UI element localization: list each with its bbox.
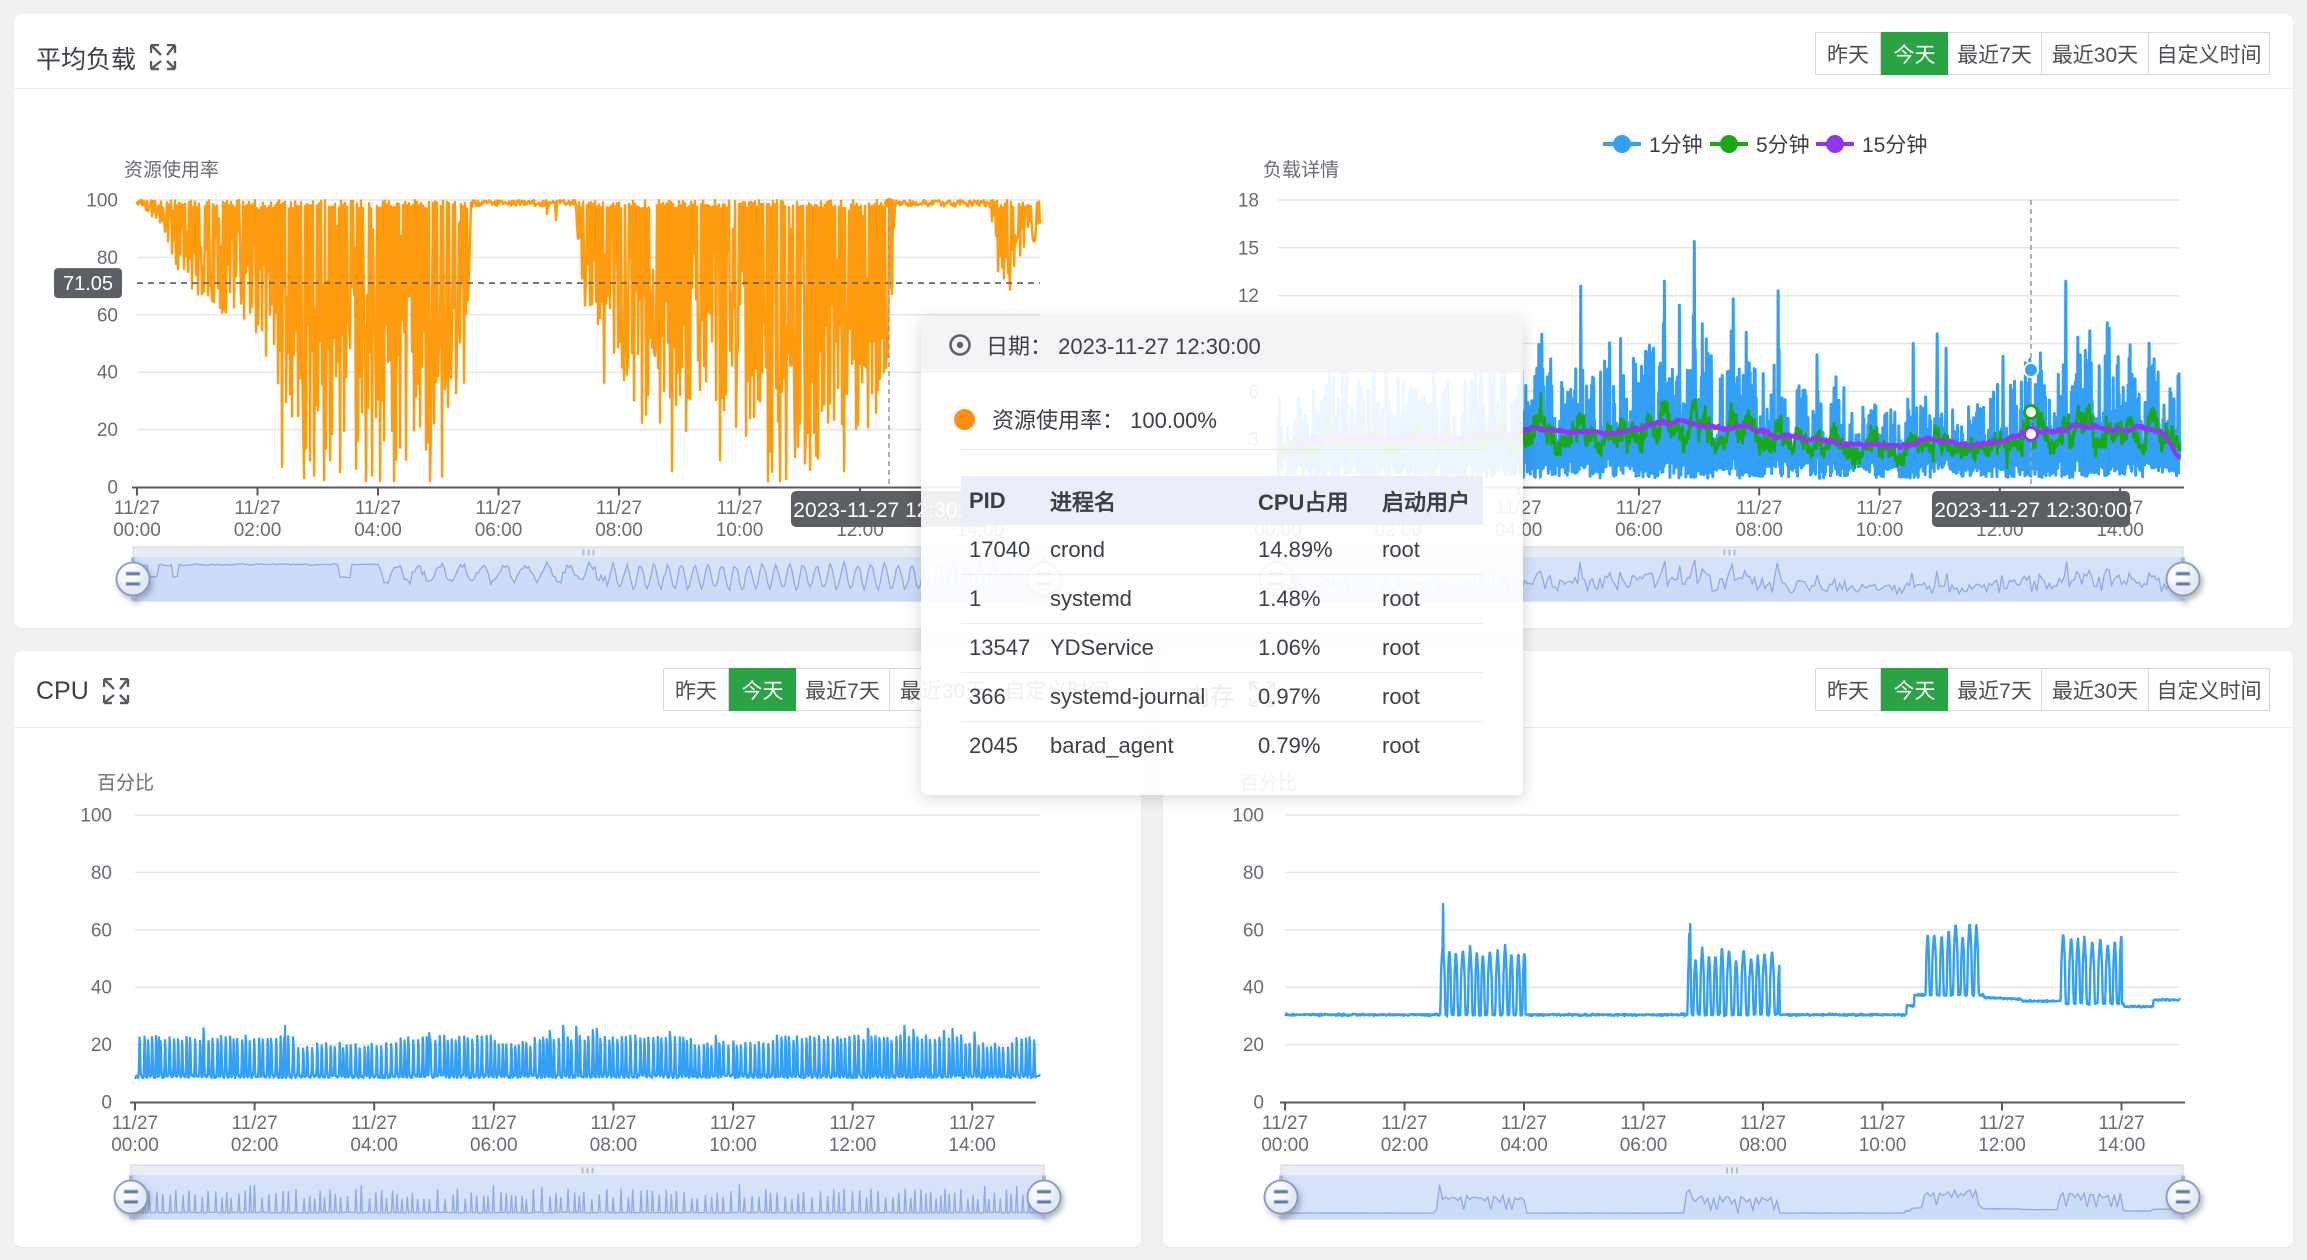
svg-text:80: 80 xyxy=(1243,863,1264,884)
svg-text:11/27: 11/27 xyxy=(471,1113,517,1134)
svg-text:11/27: 11/27 xyxy=(1859,1113,1905,1134)
svg-text:11/27: 11/27 xyxy=(590,1113,636,1134)
svg-text:20: 20 xyxy=(1243,1035,1264,1056)
svg-text:11/27: 11/27 xyxy=(949,1113,995,1134)
svg-text:11/27: 11/27 xyxy=(355,498,401,519)
svg-text:08:00: 08:00 xyxy=(1735,520,1783,541)
svg-text:02:00: 02:00 xyxy=(1381,1135,1429,1156)
svg-text:08:00: 08:00 xyxy=(1739,1135,1787,1156)
svg-text:11/27: 11/27 xyxy=(716,498,762,519)
svg-text:18: 18 xyxy=(1238,191,1259,212)
svg-text:0: 0 xyxy=(1253,1093,1264,1114)
svg-text:40: 40 xyxy=(97,363,118,384)
svg-text:0: 0 xyxy=(107,478,118,499)
svg-text:15: 15 xyxy=(1238,238,1259,259)
svg-text:11/27: 11/27 xyxy=(1501,1113,1547,1134)
svg-text:06:00: 06:00 xyxy=(475,520,523,541)
svg-text:1分钟: 1分钟 xyxy=(1649,134,1703,157)
svg-text:40: 40 xyxy=(91,978,112,999)
svg-text:04:00: 04:00 xyxy=(350,1135,398,1156)
svg-text:100: 100 xyxy=(1232,806,1264,827)
svg-text:11/27: 11/27 xyxy=(1262,1113,1308,1134)
svg-text:71.05: 71.05 xyxy=(63,273,113,295)
svg-text:11/27: 11/27 xyxy=(114,498,160,519)
svg-text:04:00: 04:00 xyxy=(354,520,402,541)
svg-text:11/27: 11/27 xyxy=(234,498,280,519)
svg-text:14:00: 14:00 xyxy=(2098,1135,2146,1156)
svg-text:11/27: 11/27 xyxy=(2098,1113,2144,1134)
svg-text:11/27: 11/27 xyxy=(475,498,521,519)
svg-text:06:00: 06:00 xyxy=(470,1135,518,1156)
svg-text:100: 100 xyxy=(86,191,118,212)
svg-text:2023-11-27 12:30:00: 2023-11-27 12:30:00 xyxy=(1934,499,2127,522)
svg-text:11/27: 11/27 xyxy=(351,1113,397,1134)
svg-text:20: 20 xyxy=(91,1035,112,1056)
svg-text:14:00: 14:00 xyxy=(948,1135,996,1156)
svg-text:100: 100 xyxy=(80,806,112,827)
svg-text:02:00: 02:00 xyxy=(231,1135,279,1156)
svg-text:02:00: 02:00 xyxy=(234,520,282,541)
svg-text:11/27: 11/27 xyxy=(1620,1113,1666,1134)
svg-text:60: 60 xyxy=(1243,920,1264,941)
svg-text:12:00: 12:00 xyxy=(1978,1135,2026,1156)
svg-text:80: 80 xyxy=(97,248,118,269)
svg-text:11/27: 11/27 xyxy=(232,1113,278,1134)
svg-text:00:00: 00:00 xyxy=(111,1135,159,1156)
svg-text:20: 20 xyxy=(97,420,118,441)
svg-text:00:00: 00:00 xyxy=(1261,1135,1309,1156)
svg-text:60: 60 xyxy=(91,920,112,941)
svg-text:15分钟: 15分钟 xyxy=(1862,134,1927,157)
svg-text:11/27: 11/27 xyxy=(1736,498,1782,519)
svg-text:12: 12 xyxy=(1238,286,1259,307)
svg-text:10:00: 10:00 xyxy=(1859,1135,1907,1156)
svg-text:12:00: 12:00 xyxy=(829,1135,877,1156)
svg-text:11/27: 11/27 xyxy=(830,1113,876,1134)
svg-text:11/27: 11/27 xyxy=(710,1113,756,1134)
svg-text:11/27: 11/27 xyxy=(1979,1113,2025,1134)
svg-text:08:00: 08:00 xyxy=(590,1135,638,1156)
svg-text:5分钟: 5分钟 xyxy=(1756,134,1810,157)
svg-text:11/27: 11/27 xyxy=(596,498,642,519)
svg-text:06:00: 06:00 xyxy=(1620,1135,1668,1156)
svg-text:10:00: 10:00 xyxy=(1856,520,1904,541)
svg-text:负载详情: 负载详情 xyxy=(1263,159,1339,181)
svg-text:00:00: 00:00 xyxy=(113,520,161,541)
svg-text:06:00: 06:00 xyxy=(1615,520,1663,541)
svg-text:04:00: 04:00 xyxy=(1500,1135,1548,1156)
svg-text:10:00: 10:00 xyxy=(716,520,764,541)
svg-text:11/27: 11/27 xyxy=(1856,498,1902,519)
svg-text:11/27: 11/27 xyxy=(1381,1113,1427,1134)
svg-text:11/27: 11/27 xyxy=(112,1113,158,1134)
svg-text:60: 60 xyxy=(97,305,118,326)
svg-text:08:00: 08:00 xyxy=(595,520,643,541)
svg-text:11/27: 11/27 xyxy=(1740,1113,1786,1134)
svg-text:0: 0 xyxy=(101,1093,112,1114)
svg-text:40: 40 xyxy=(1243,978,1264,999)
svg-text:80: 80 xyxy=(91,863,112,884)
svg-text:11/27: 11/27 xyxy=(1616,498,1662,519)
svg-text:10:00: 10:00 xyxy=(709,1135,757,1156)
svg-text:百分比: 百分比 xyxy=(97,772,154,794)
svg-text:资源使用率: 资源使用率 xyxy=(124,159,219,181)
